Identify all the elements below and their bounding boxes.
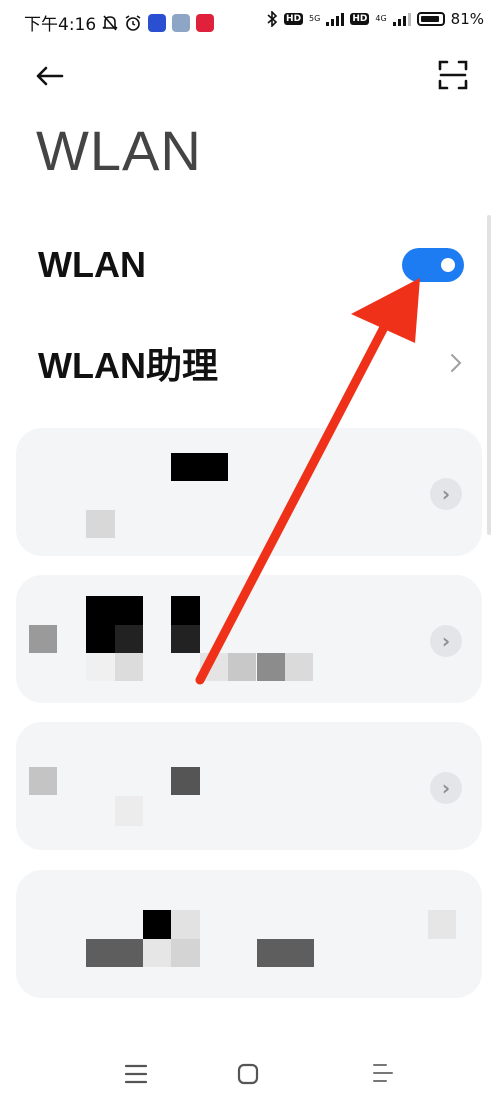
redacted-block [86,939,143,967]
home-button[interactable] [228,1058,268,1090]
scan-button[interactable] [436,58,470,92]
app-notification-icon [196,13,215,32]
redacted-block [257,939,314,967]
status-bar: 下午4:16 HD 5G HD 4G 81% [0,0,500,44]
chevron-right-icon[interactable]: › [430,478,462,510]
status-right: HD 5G HD 4G 81% [266,10,484,28]
alarm-clock-icon [125,14,141,31]
back-button[interactable] [32,58,68,94]
network-item[interactable] [16,870,482,998]
wlan-assistant-row[interactable]: WLAN助理 [38,328,464,398]
redacted-block [228,653,256,681]
menu-button[interactable] [116,1058,156,1090]
redacted-block [171,910,200,939]
redacted-block [171,767,200,795]
bluetooth-icon [267,11,278,27]
wlan-toggle-row[interactable]: WLAN [38,230,464,300]
hd-badge: HD [350,13,370,25]
redacted-block [115,796,143,826]
redacted-block [200,653,228,681]
redacted-block [29,767,57,795]
toggle-knob [441,258,455,272]
bell-muted-icon [102,14,118,31]
redacted-block [285,653,313,681]
wlan-toggle[interactable] [402,248,464,282]
arrow-left-icon [36,66,64,86]
network-item[interactable]: › [16,722,482,850]
nav-back-button[interactable] [364,1058,404,1090]
scrollbar[interactable] [487,215,491,535]
redacted-block [171,625,200,653]
battery-percent: 81% [450,10,484,28]
home-square-icon [237,1063,259,1085]
redacted-block [86,653,115,681]
chevron-right-icon[interactable]: › [430,772,462,804]
network-item[interactable]: › [16,575,482,703]
hd-badge: HD [284,13,304,25]
redacted-block [143,939,171,967]
app-notification-icon [148,13,167,32]
page-title: WLAN [36,119,202,182]
wlan-assistant-label: WLAN助理 [38,345,218,386]
network-type-4g: 4G [375,14,387,23]
network-type-5g: 5G [309,14,321,23]
redacted-block [29,625,57,653]
chevron-right-icon[interactable]: › [430,625,462,657]
status-left: 下午4:16 [24,10,215,35]
redacted-block [171,939,200,967]
app-notification-icon [172,13,191,32]
battery-icon [416,12,445,26]
redacted-block [115,625,143,653]
signal-icon [326,12,345,26]
redacted-block [257,653,285,681]
scan-icon [438,60,468,90]
wlan-label: WLAN [38,244,146,285]
back-lines-icon [373,1064,393,1082]
redacted-block [171,453,228,481]
chevron-right-icon [451,354,462,372]
redacted-block [428,910,456,939]
menu-icon [124,1064,148,1084]
redacted-block [143,910,171,939]
redacted-block [86,510,115,538]
redacted-block [115,653,143,681]
status-time: 下午4:16 [24,15,97,35]
network-item[interactable]: › [16,428,482,556]
signal-icon [392,12,411,26]
